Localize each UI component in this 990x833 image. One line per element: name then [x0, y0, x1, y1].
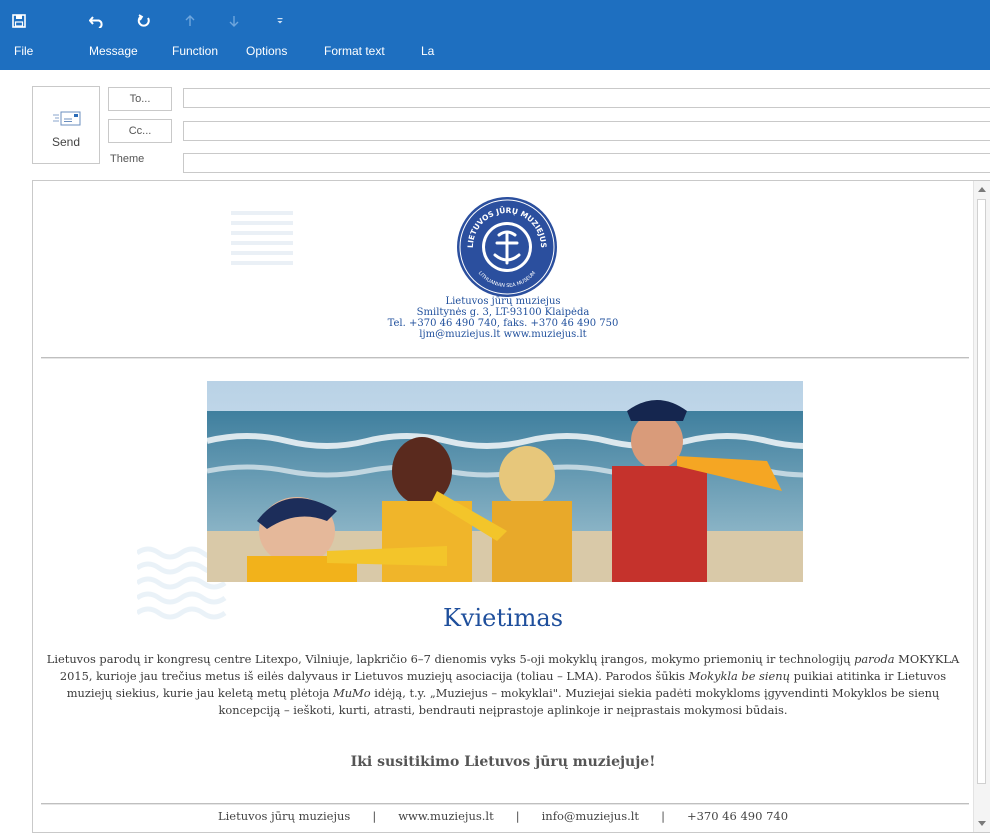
footer-phone: +370 46 490 740 [686, 809, 789, 823]
tab-options[interactable]: Options [246, 44, 287, 58]
to-field[interactable] [183, 88, 990, 108]
ribbon: File Message Function Options Format tex… [0, 0, 990, 70]
paragraph-emphasis: Mokykla be sienų [688, 669, 790, 683]
divider-bottom [41, 803, 969, 804]
theme-field[interactable] [183, 153, 990, 173]
tab-file[interactable]: File [14, 44, 33, 58]
museum-name: Lietuvos jūrų muziejus [445, 296, 561, 307]
museum-contacts: ljm@muziejus.lt www.muziejus.lt [419, 329, 587, 340]
wave-pattern-decoration [231, 211, 293, 265]
cc-field[interactable] [183, 121, 990, 141]
tab-format-text[interactable]: Format text [324, 44, 385, 58]
closing-line: Iki susitikimo Lietuvos jūrų muziejuje! [350, 754, 656, 770]
vertical-scrollbar[interactable] [973, 181, 990, 832]
cc-button[interactable]: Cc... [108, 119, 172, 143]
footer-email-link[interactable]: info@muziejus.lt [542, 809, 639, 823]
paragraph-text: Lietuvos parodų ir kongresų centre Litex… [46, 652, 855, 666]
envelope-icon [53, 109, 81, 132]
footer-separator: | [515, 809, 520, 823]
scroll-thumb[interactable] [977, 199, 986, 784]
paragraph-emphasis: paroda [854, 652, 895, 666]
tab-la[interactable]: La [421, 44, 434, 58]
footer-museum-name: Lietuvos jūrų muziejus [217, 809, 351, 823]
paragraph-emphasis: MuMo [333, 686, 371, 700]
email-paragraph: Lietuvos parodų ir kongresų centre Litex… [39, 651, 967, 719]
send-button[interactable]: Send [32, 86, 100, 164]
museum-phone: Tel. +370 46 490 740, faks. +370 46 490 … [387, 318, 619, 329]
hero-photo [207, 381, 803, 582]
scroll-up-icon[interactable] [978, 187, 986, 192]
arrow-down-icon[interactable] [224, 11, 244, 31]
to-button[interactable]: To... [108, 87, 172, 111]
tab-function[interactable]: Function [172, 44, 218, 58]
scroll-down-icon[interactable] [978, 821, 986, 826]
footer-separator: | [661, 809, 665, 823]
tab-message[interactable]: Message [89, 44, 138, 58]
divider-top [41, 357, 969, 358]
museum-logo: LIETUVOS JŪRŲ MUZIEJUS LITHUANIAN SEA MU… [457, 197, 557, 297]
arrow-up-icon[interactable] [180, 11, 200, 31]
footer-website-link[interactable]: www.muziejus.lt [398, 809, 494, 823]
send-label: Send [51, 135, 81, 149]
save-icon[interactable] [9, 11, 29, 31]
email-title: Kvietimas [442, 604, 564, 632]
message-body[interactable]: LIETUVOS JŪRŲ MUZIEJUS LITHUANIAN SEA MU… [32, 180, 990, 833]
email-footer: Lietuvos jūrų muziejus | www.muziejus.lt | i… [33, 809, 973, 823]
undo-icon[interactable] [87, 11, 107, 31]
museum-address: Smiltynės g. 3, LT-93100 Klaipėda [416, 307, 590, 318]
theme-label: Theme [110, 153, 145, 165]
footer-separator: | [372, 809, 377, 823]
redo-icon[interactable] [134, 11, 154, 31]
customize-dropdown-icon[interactable] [270, 11, 290, 31]
